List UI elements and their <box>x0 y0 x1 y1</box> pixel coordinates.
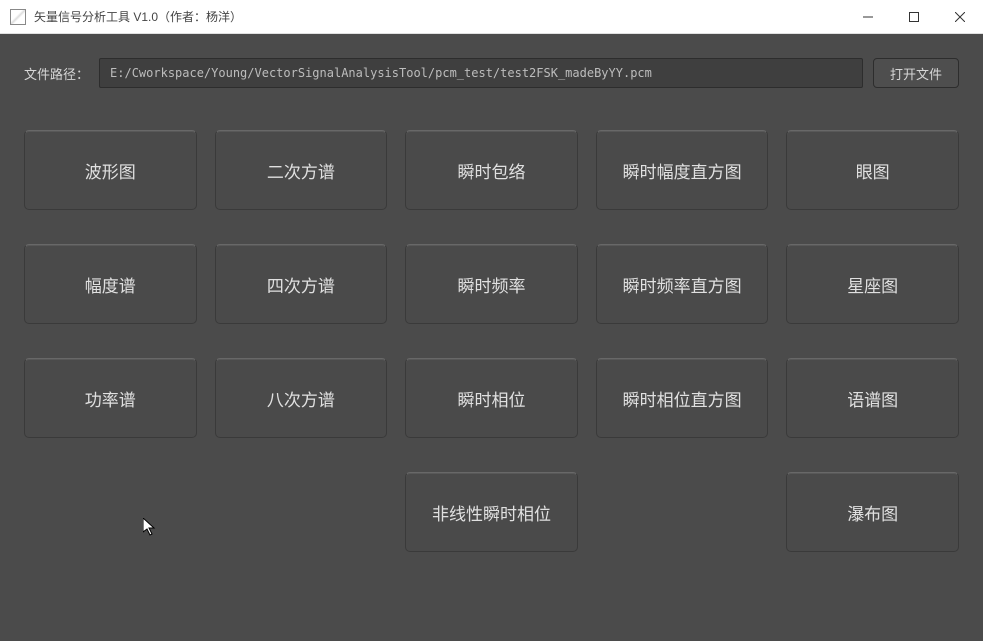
button-grid: 波形图 二次方谱 瞬时包络 瞬时幅度直方图 眼图 幅度谱 四次方谱 瞬时频率 瞬… <box>24 130 959 552</box>
nonlinear-instant-phase-button[interactable]: 非线性瞬时相位 <box>405 472 578 552</box>
window-title: 矢量信号分析工具 V1.0（作者：杨洋） <box>34 8 242 25</box>
maximize-button[interactable] <box>891 0 937 34</box>
file-label: 文件路径： <box>24 64 89 83</box>
window-controls <box>845 0 983 34</box>
waveform-button[interactable]: 波形图 <box>24 130 197 210</box>
titlebar-left: 矢量信号分析工具 V1.0（作者：杨洋） <box>0 8 242 25</box>
instant-envelope-button[interactable]: 瞬时包络 <box>405 130 578 210</box>
fourth-power-spectrum-button[interactable]: 四次方谱 <box>215 244 388 324</box>
file-row: 文件路径： 打开文件 <box>24 58 959 88</box>
spectrogram-button[interactable]: 语谱图 <box>786 358 959 438</box>
instant-frequency-histogram-button[interactable]: 瞬时频率直方图 <box>596 244 769 324</box>
app-body: 文件路径： 打开文件 波形图 二次方谱 瞬时包络 瞬时幅度直方图 眼图 幅度谱 … <box>0 34 983 641</box>
minimize-button[interactable] <box>845 0 891 34</box>
close-button[interactable] <box>937 0 983 34</box>
eighth-power-spectrum-button[interactable]: 八次方谱 <box>215 358 388 438</box>
waterfall-button[interactable]: 瀑布图 <box>786 472 959 552</box>
open-file-button[interactable]: 打开文件 <box>873 58 959 88</box>
app-icon <box>10 9 26 25</box>
power-spectrum-button[interactable]: 功率谱 <box>24 358 197 438</box>
instant-frequency-button[interactable]: 瞬时频率 <box>405 244 578 324</box>
instant-phase-histogram-button[interactable]: 瞬时相位直方图 <box>596 358 769 438</box>
file-path-input[interactable] <box>99 58 863 88</box>
amplitude-spectrum-button[interactable]: 幅度谱 <box>24 244 197 324</box>
instant-phase-button[interactable]: 瞬时相位 <box>405 358 578 438</box>
instant-amplitude-histogram-button[interactable]: 瞬时幅度直方图 <box>596 130 769 210</box>
titlebar: 矢量信号分析工具 V1.0（作者：杨洋） <box>0 0 983 34</box>
constellation-button[interactable]: 星座图 <box>786 244 959 324</box>
close-icon <box>955 12 965 22</box>
minimize-icon <box>863 12 873 22</box>
maximize-icon <box>909 12 919 22</box>
eye-diagram-button[interactable]: 眼图 <box>786 130 959 210</box>
second-power-spectrum-button[interactable]: 二次方谱 <box>215 130 388 210</box>
